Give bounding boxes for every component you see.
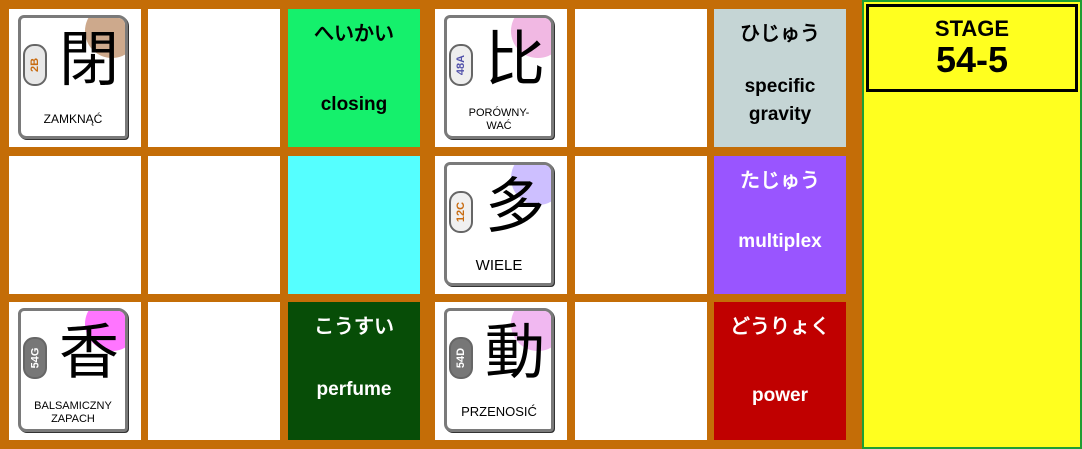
stage-label: STAGE	[934, 16, 1010, 41]
cell-kanji-move[interactable]: 54D 動 PRZENOSIĆ	[435, 302, 567, 440]
empty-cell[interactable]	[575, 302, 707, 440]
kanji-meaning-text: BALSAMICZNY ZAPACH	[34, 400, 112, 425]
word-card-multiplex[interactable]: たじゅう multiplex	[714, 156, 846, 294]
kanji-code: 48A	[455, 54, 467, 76]
word-card-perfume[interactable]: こうすい perfume	[288, 302, 420, 440]
kanji-meaning: ZAMKNĄĆ	[43, 112, 103, 126]
cell-kanji-compare[interactable]: 48A 比 PORÓWNY- WAĆ	[435, 9, 567, 147]
word-reading: どうりょく	[730, 314, 830, 338]
kanji-meaning: BALSAMICZNY ZAPACH	[23, 393, 123, 429]
kanji-card-move[interactable]: 54D 動 PRZENOSIĆ	[444, 308, 554, 432]
cell-kanji-many[interactable]: 12C 多 WIELE	[435, 156, 567, 294]
kanji-character: 動	[485, 318, 545, 388]
kanji-code: 2B	[29, 57, 41, 73]
word-reading: へいかい	[314, 21, 394, 45]
word-card-closing[interactable]: へいかい closing	[288, 9, 420, 147]
kanji-code: 54G	[28, 347, 41, 369]
kanji-character: 比	[485, 25, 545, 95]
stage-value: 54-5	[935, 39, 1009, 80]
kanji-card-compare[interactable]: 48A 比 PORÓWNY- WAĆ	[444, 15, 554, 139]
kanji-card-many[interactable]: 12C 多 WIELE	[444, 162, 554, 286]
kanji-card-fragrance[interactable]: 54G 香 BALSAMICZNY ZAPACH	[18, 308, 128, 432]
word-card-specific-gravity[interactable]: ひじゅう specific gravity	[714, 9, 846, 147]
kanji-card-close[interactable]: 2B 閉 ZAMKNĄĆ	[18, 15, 128, 139]
kanji-code: 12C	[455, 201, 467, 223]
kanji-character: 香	[59, 318, 119, 388]
kanji-meaning-text: PORÓWNY- WAĆ	[468, 107, 530, 132]
kanji-character: 多	[485, 172, 545, 242]
cell-kanji-fragrance[interactable]: 54G 香 BALSAMICZNY ZAPACH	[9, 302, 141, 440]
empty-cell[interactable]	[575, 9, 707, 147]
empty-cell[interactable]	[148, 9, 280, 147]
kanji-meaning: WIELE	[475, 257, 523, 274]
kanji-character: 閉	[59, 25, 119, 95]
word-reading: ひじゅう	[740, 21, 820, 45]
word-card-power[interactable]: どうりょく power	[714, 302, 846, 440]
word-translation-text: specific gravity	[744, 76, 816, 125]
stage-panel: STAGE 54-5	[862, 0, 1082, 449]
game-board: 2B 閉 ZAMKNĄĆ へいかい closing 48A 比 PORÓWNY-…	[0, 0, 862, 449]
selected-empty-cell[interactable]	[288, 156, 420, 294]
empty-cell[interactable]	[148, 302, 280, 440]
word-reading: こうすい	[314, 314, 394, 338]
empty-cell[interactable]	[148, 156, 280, 294]
cell-kanji-close[interactable]: 2B 閉 ZAMKNĄĆ	[9, 9, 141, 147]
word-translation: perfume	[316, 379, 392, 400]
kanji-meaning: PRZENOSIĆ	[461, 404, 537, 419]
empty-cell[interactable]	[9, 156, 141, 294]
kanji-meaning: PORÓWNY- WAĆ	[449, 100, 549, 136]
word-translation: closing	[320, 94, 388, 115]
stage-indicator: STAGE 54-5	[866, 4, 1078, 92]
kanji-code: 54D	[455, 347, 467, 369]
word-translation: power	[752, 385, 808, 406]
empty-cell[interactable]	[575, 156, 707, 294]
word-translation: multiplex	[738, 231, 822, 252]
word-translation: specific gravity	[714, 73, 846, 129]
word-reading: たじゅう	[740, 168, 820, 192]
